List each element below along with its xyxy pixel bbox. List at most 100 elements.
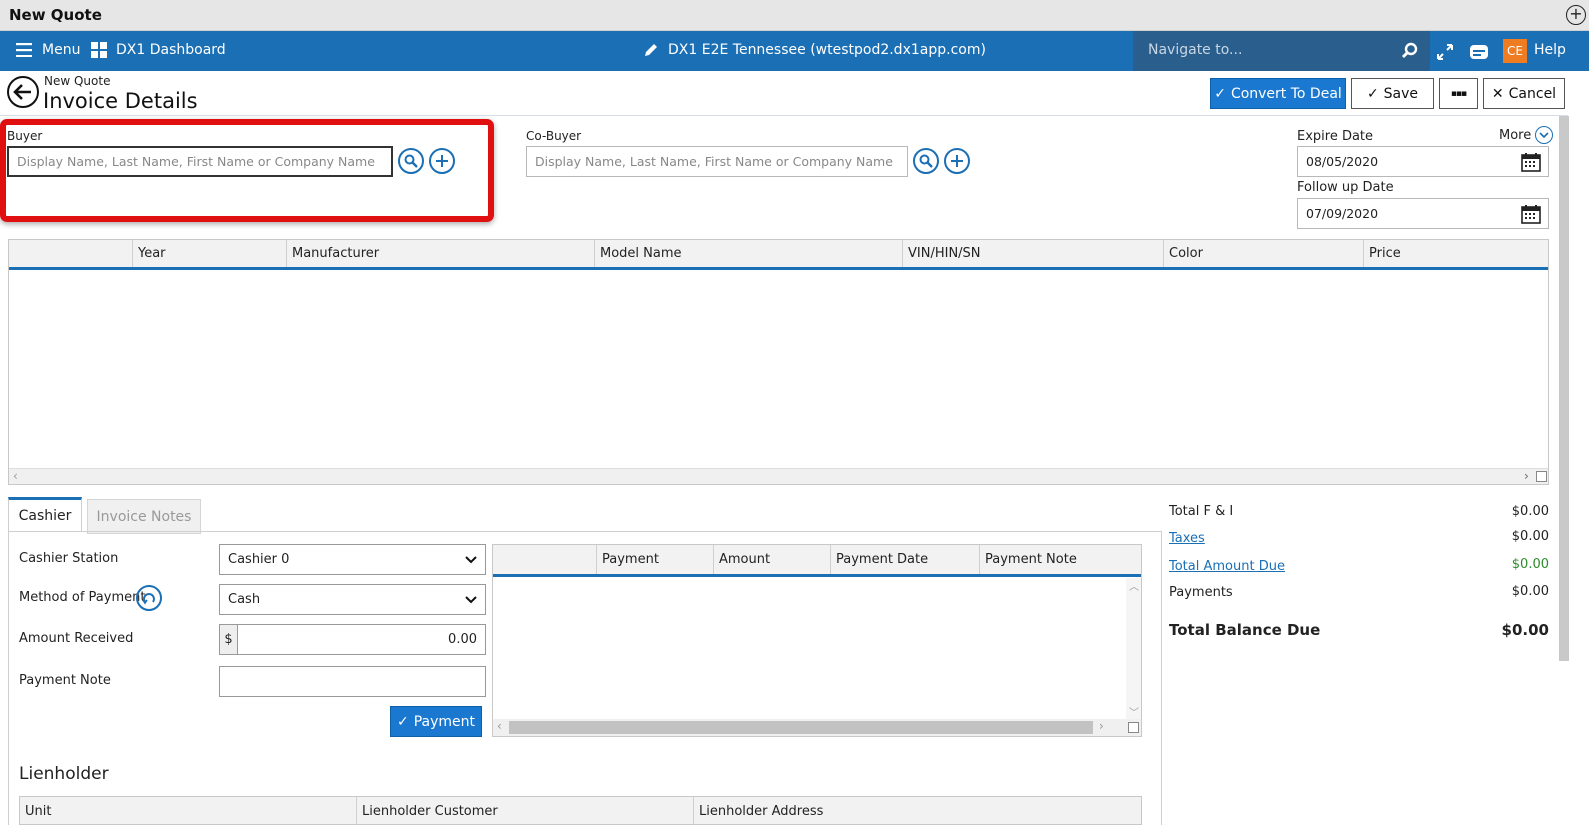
column-header-manufacturer[interactable]: Manufacturer (286, 240, 594, 267)
payments-grid-hscrollbar[interactable]: ‹ › (493, 719, 1141, 736)
grid-options-icon[interactable] (1536, 471, 1547, 482)
column-header-year[interactable]: Year (132, 240, 286, 267)
refresh-method-button[interactable] (136, 585, 162, 611)
close-icon: ✕ (1491, 85, 1504, 102)
cobuyer-search-button[interactable] (913, 148, 939, 174)
header-divider (0, 115, 1568, 116)
column-header-amount[interactable]: Amount (713, 545, 830, 574)
cashier-station-select[interactable]: Cashier 0 (219, 544, 486, 575)
taxes-link[interactable]: Taxes (1169, 531, 1205, 546)
check-icon: ✓ (1366, 85, 1379, 102)
amount-received-input[interactable]: 0.00 (237, 624, 486, 655)
cobuyer-add-button[interactable] (944, 148, 970, 174)
cancel-label: Cancel (1508, 85, 1557, 102)
column-header-payment-note[interactable]: Payment Note (979, 545, 1141, 574)
chevron-down-icon (465, 595, 477, 603)
more-toggle[interactable]: More (1499, 126, 1554, 144)
followup-date-input[interactable]: 07/09/2020 (1297, 198, 1549, 229)
currency-symbol: $ (224, 632, 233, 647)
breadcrumb[interactable]: New Quote (44, 74, 110, 88)
help-link[interactable]: Help (1534, 42, 1566, 58)
method-of-payment-value: Cash (228, 592, 261, 607)
pencil-icon (645, 44, 657, 56)
save-button[interactable]: ✓ Save (1351, 78, 1434, 109)
convert-to-deal-label: Convert To Deal (1230, 85, 1342, 102)
scroll-up-icon[interactable]: ︿ (1129, 578, 1139, 593)
tab-cashier-label: Cashier (18, 508, 72, 524)
column-header-price[interactable]: Price (1363, 240, 1548, 267)
dashboard-grid-icon (91, 42, 107, 58)
method-of-payment-select[interactable]: Cash (219, 584, 486, 615)
currency-addon: $ (219, 624, 238, 655)
total-balance-due-label: Total Balance Due (1169, 621, 1321, 639)
amount-received-label: Amount Received (19, 631, 134, 646)
scroll-down-icon[interactable]: ﹀ (1129, 704, 1139, 719)
payment-button-label: Payment (413, 713, 476, 730)
tab-invoice-notes[interactable]: Invoice Notes (87, 499, 201, 534)
expire-date-input[interactable]: 08/05/2020 (1297, 146, 1549, 177)
total-fi-value: $0.00 (1511, 504, 1549, 519)
navigate-search-placeholder: Navigate to... (1148, 42, 1243, 58)
search-icon[interactable] (1401, 42, 1419, 60)
expand-icon[interactable] (1436, 43, 1454, 61)
units-grid-scrollbar[interactable]: ‹ › (9, 468, 1548, 484)
page-scrollbar[interactable] (1559, 116, 1569, 661)
grid-options-icon[interactable] (1128, 722, 1139, 733)
followup-date-value: 07/09/2020 (1306, 206, 1379, 221)
payments-grid-vscrollbar[interactable]: ︿ ﹀ (1126, 578, 1141, 719)
scroll-left-icon[interactable]: ‹ (497, 719, 502, 733)
payment-button[interactable]: ✓ Payment (390, 706, 482, 737)
column-header-payment[interactable]: Payment (596, 545, 713, 574)
expire-date-label: Expire Date (1297, 129, 1374, 144)
payments-value: $0.00 (1511, 584, 1549, 599)
column-header-color[interactable]: Color (1163, 240, 1363, 267)
arrow-left-icon (13, 84, 31, 100)
taxes-value: $0.00 (1511, 529, 1549, 544)
tab-cashier[interactable]: Cashier (8, 497, 82, 532)
check-icon: ✓ (1214, 85, 1226, 102)
back-button[interactable] (7, 76, 39, 108)
scroll-left-icon[interactable]: ‹ (13, 469, 18, 483)
highlight-box (0, 119, 494, 222)
scroll-right-icon[interactable]: › (1524, 469, 1529, 483)
menu-button[interactable]: Menu (16, 42, 80, 58)
total-amount-due-value: $0.00 (1511, 557, 1549, 572)
convert-to-deal-button[interactable]: ✓ Convert To Deal (1210, 78, 1346, 109)
chevron-down-icon (465, 555, 477, 563)
column-header-lienholder-customer[interactable]: Lienholder Customer (356, 797, 693, 825)
scroll-thumb[interactable] (509, 721, 1093, 734)
calendar-icon[interactable] (1521, 204, 1541, 224)
search-icon (919, 154, 933, 168)
column-header-unit[interactable]: Unit (20, 797, 356, 825)
column-header-payment-date[interactable]: Payment Date (830, 545, 979, 574)
column-header-vin[interactable]: VIN/HIN/SN (902, 240, 1163, 267)
payment-note-label: Payment Note (19, 673, 111, 688)
user-avatar[interactable]: CE (1503, 39, 1527, 63)
navigate-search-input[interactable]: Navigate to... (1133, 31, 1430, 71)
dashboard-button[interactable]: DX1 Dashboard (91, 42, 226, 58)
calendar-icon[interactable] (1521, 152, 1541, 172)
chat-icon[interactable] (1469, 44, 1489, 60)
payments-label: Payments (1169, 585, 1233, 600)
payment-note-input[interactable] (219, 666, 486, 697)
units-grid-header: Year Manufacturer Model Name VIN/HIN/SN … (9, 240, 1548, 270)
check-icon: ✓ (396, 713, 409, 730)
cobuyer-search-input[interactable]: Display Name, Last Name, First Name or C… (526, 146, 908, 177)
site-selector[interactable]: DX1 E2E Tennessee (wtestpod2.dx1app.com) (643, 42, 986, 58)
cobuyer-label: Co-Buyer (526, 129, 582, 143)
site-label: DX1 E2E Tennessee (wtestpod2.dx1app.com) (668, 42, 986, 58)
lienholder-title: Lienholder (19, 764, 109, 784)
window-titlebar: New Quote + (0, 0, 1589, 31)
top-nav-bar: Menu DX1 Dashboard DX1 E2E Tennessee (wt… (0, 31, 1589, 71)
amount-received-value: 0.00 (448, 632, 477, 647)
add-window-icon[interactable]: + (1566, 5, 1586, 25)
units-grid: Year Manufacturer Model Name VIN/HIN/SN … (8, 239, 1549, 485)
scroll-right-icon[interactable]: › (1099, 719, 1104, 733)
more-actions-button[interactable]: ▪▪▪ (1439, 78, 1478, 109)
more-label: More (1499, 127, 1532, 143)
cancel-button[interactable]: ✕ Cancel (1483, 78, 1565, 109)
refresh-icon (142, 593, 155, 605)
column-header-lienholder-address[interactable]: Lienholder Address (693, 797, 1141, 825)
column-header-model-name[interactable]: Model Name (594, 240, 902, 267)
total-amount-due-link[interactable]: Total Amount Due (1169, 559, 1285, 574)
